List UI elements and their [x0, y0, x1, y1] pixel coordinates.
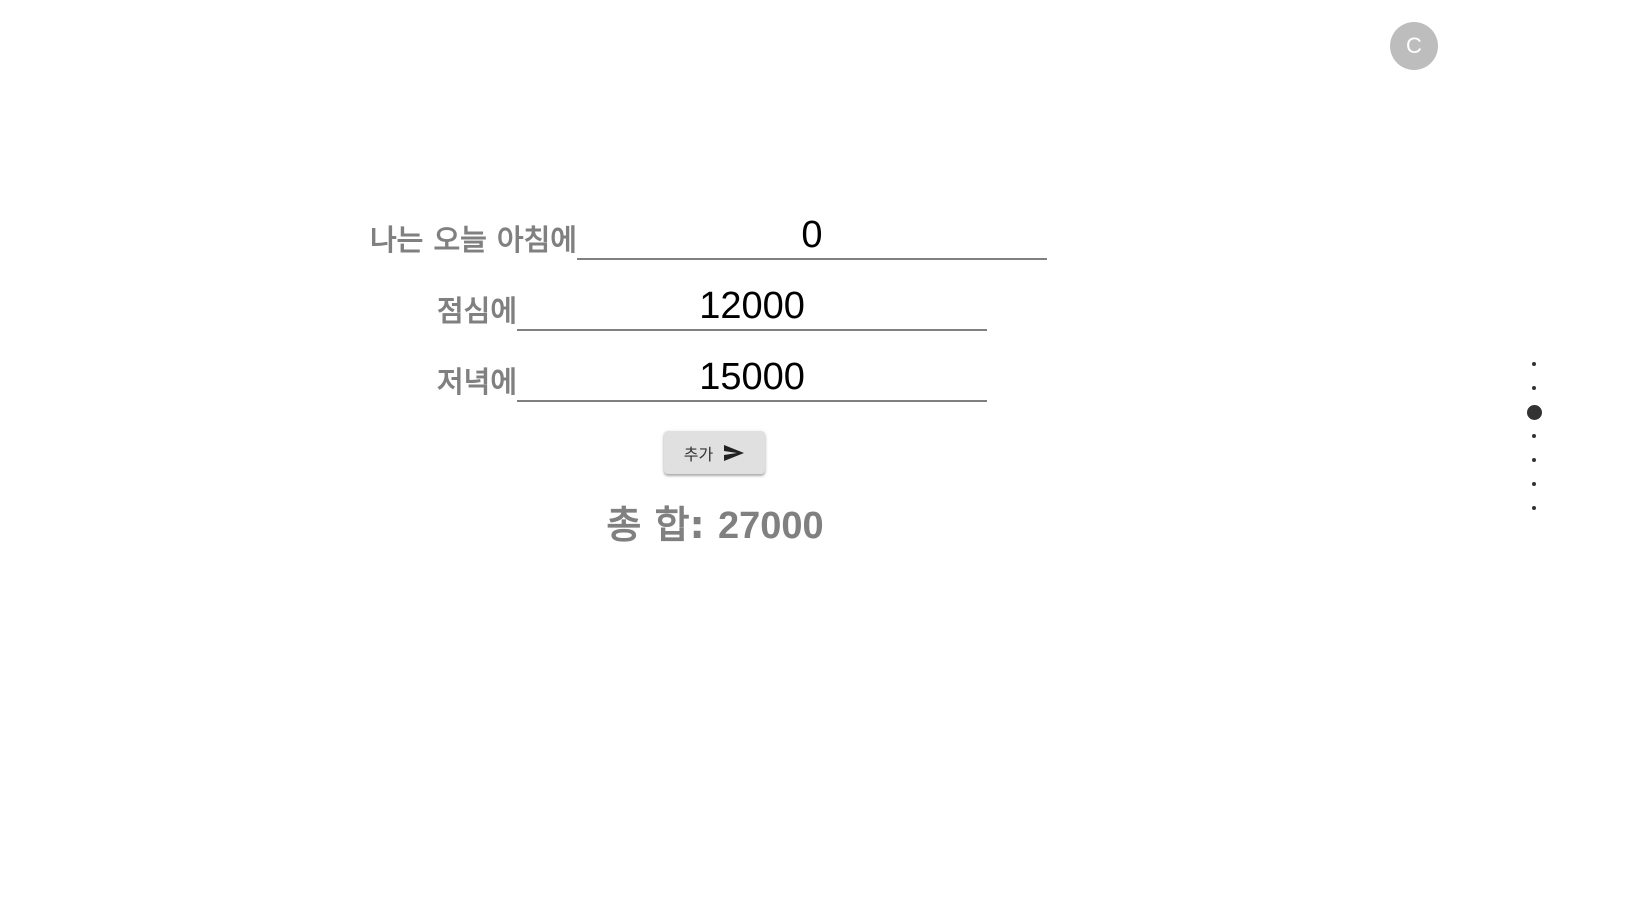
pager-dot-marker [1532, 434, 1536, 438]
total-label: 총 합: [606, 503, 718, 547]
avatar-letter: C [1406, 33, 1422, 58]
pager-dot-marker [1532, 506, 1536, 510]
pager-dot-marker [1532, 458, 1536, 462]
add-button[interactable]: 추가 [664, 431, 765, 474]
lunch-row: 점심에 [437, 285, 988, 331]
pager-dot-4[interactable] [1522, 424, 1546, 448]
breakfast-row: 나는 오늘 아침에 [370, 214, 1047, 260]
total-sum: 총 합: 27000 [0, 500, 1430, 551]
add-button-label: 추가 [683, 444, 714, 464]
pager-dot-2[interactable] [1522, 376, 1546, 400]
breakfast-label: 나는 오늘 아침에 [370, 223, 577, 257]
pager-dot-marker [1532, 482, 1536, 486]
avatar[interactable]: C [1390, 22, 1438, 70]
pager-dots [1522, 352, 1546, 520]
pager-dot-1[interactable] [1522, 352, 1546, 376]
pager-dot-3[interactable] [1522, 400, 1546, 424]
dinner-row: 저녁에 [437, 356, 988, 402]
pager-dot-6[interactable] [1522, 472, 1546, 496]
send-icon [723, 444, 745, 462]
lunch-label: 점심에 [437, 294, 518, 328]
dinner-input[interactable] [517, 356, 988, 402]
pager-dot-marker [1532, 386, 1536, 390]
dinner-label: 저녁에 [437, 365, 518, 399]
breakfast-input[interactable] [576, 214, 1047, 260]
total-value: 27000 [717, 505, 824, 547]
pager-dot-marker [1532, 362, 1536, 366]
pager-dot-5[interactable] [1522, 448, 1546, 472]
pager-dot-7[interactable] [1522, 496, 1546, 520]
pager-dot-marker [1526, 404, 1542, 420]
lunch-input[interactable] [517, 285, 988, 331]
